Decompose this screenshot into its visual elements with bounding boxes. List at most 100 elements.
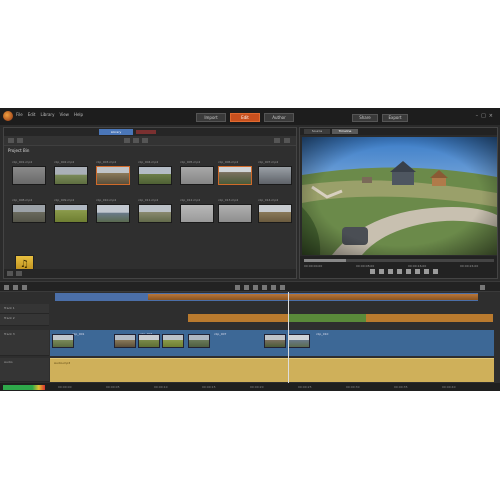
track-header[interactable]: Track 3 — [0, 330, 49, 356]
media-thumbnail[interactable] — [12, 166, 46, 185]
razor-tool-button[interactable] — [235, 285, 240, 290]
thumb-label: clip_006.mp4 — [218, 160, 239, 164]
redo-button[interactable] — [280, 285, 285, 290]
zoom-button[interactable] — [480, 285, 485, 290]
menu-item-edit[interactable]: Edit — [28, 112, 36, 117]
media-thumbnail[interactable] — [96, 204, 130, 223]
audio-clip-title: Audio.mp3 — [54, 361, 71, 365]
back-button[interactable] — [8, 138, 14, 143]
video-clip[interactable] — [264, 334, 286, 348]
video-clip[interactable] — [114, 334, 136, 348]
media-thumbnail[interactable] — [180, 166, 214, 185]
track-label: Audio — [4, 360, 13, 364]
thumb-label: clip_010.mp4 — [96, 198, 117, 202]
track-header[interactable]: Audio — [0, 358, 49, 382]
effect-clip[interactable] — [288, 314, 366, 322]
loop-icon[interactable] — [424, 269, 429, 274]
audio-track[interactable]: Audio.mp3 — [50, 358, 494, 382]
scrub-bar[interactable] — [304, 259, 494, 262]
add-media-button[interactable] — [7, 271, 13, 276]
player-timecode: 00:00:08.00 — [356, 264, 375, 268]
media-thumbnail[interactable] — [258, 204, 292, 223]
library-secondary-tab[interactable] — [136, 130, 156, 134]
video-clip[interactable] — [52, 334, 74, 348]
volume-icon[interactable] — [433, 269, 438, 274]
media-thumbnail[interactable] — [218, 204, 252, 223]
undo-button[interactable] — [271, 285, 276, 290]
video-track: clip_001 clip_004 clip_007 clip_010 — [50, 330, 494, 356]
filter-button[interactable] — [124, 138, 130, 143]
settings-button[interactable] — [284, 138, 290, 143]
tab-export[interactable]: Export — [382, 114, 408, 122]
tab-edit[interactable]: Edit — [230, 113, 260, 122]
clip-title: clip_007 — [214, 332, 227, 336]
media-thumbnail[interactable] — [258, 166, 292, 185]
video-clip[interactable] — [188, 334, 210, 348]
snap-tool-button[interactable] — [262, 285, 267, 290]
track-header[interactable]: Track 1 — [0, 304, 49, 314]
player-panel: Source Timeline 00:00:00.00 00:00:08.00 … — [299, 127, 498, 279]
thumb-label: clip_004.mp4 — [138, 160, 159, 164]
thumb-label: clip_011.mp4 — [138, 198, 159, 202]
rewind-icon[interactable] — [370, 269, 375, 274]
close-icon[interactable]: × — [489, 113, 496, 119]
timeline-timecode: 00:00:15 — [202, 385, 216, 389]
menu-item-help[interactable]: Help — [74, 112, 83, 117]
video-clip[interactable] — [138, 334, 160, 348]
step-forward-icon[interactable] — [406, 269, 411, 274]
thumb-label: clip_009.mp4 — [54, 198, 75, 202]
app-logo-icon — [3, 111, 13, 121]
maximize-icon[interactable]: □ — [481, 113, 489, 119]
media-thumbnail[interactable] — [180, 204, 214, 223]
tab-timeline[interactable]: Timeline — [332, 129, 358, 134]
trim-tool-button[interactable] — [244, 285, 249, 290]
media-thumbnail[interactable] — [138, 204, 172, 223]
thumb-label: clip_013.mp4 — [218, 198, 239, 202]
video-preview[interactable] — [302, 137, 497, 255]
timeline-tool-button[interactable] — [13, 285, 18, 290]
view-button[interactable] — [142, 138, 148, 143]
search-button[interactable] — [274, 138, 280, 143]
library-toolbar — [4, 136, 296, 146]
media-thumbnail[interactable] — [138, 166, 172, 185]
timeline-range[interactable] — [148, 294, 478, 300]
marker-tool-button[interactable] — [253, 285, 258, 290]
menu-item-file[interactable]: File — [16, 112, 23, 117]
step-back-icon[interactable] — [379, 269, 384, 274]
tab-import[interactable]: Import — [196, 113, 226, 122]
timeline-timecode: 00:00:25 — [298, 385, 312, 389]
preview-frame — [302, 137, 497, 255]
media-thumbnail[interactable] — [54, 166, 88, 185]
menu-item-library[interactable]: Library — [40, 112, 54, 117]
track-header[interactable]: Track 2 — [0, 314, 49, 326]
timeline-tool-button[interactable] — [4, 285, 9, 290]
timeline-tool-button[interactable] — [22, 285, 27, 290]
track-label: Track 1 — [4, 306, 15, 310]
transport-bar: 00:00:00.00 00:00:08.00 00:00:16.00 00:0… — [300, 256, 497, 278]
player-timecode: 00:00:24.00 — [460, 264, 479, 268]
playhead[interactable] — [288, 292, 289, 391]
media-thumbnail[interactable] — [12, 204, 46, 223]
play-icon[interactable] — [388, 269, 393, 274]
track-label: Track 2 — [4, 316, 15, 320]
media-thumbnail[interactable] — [54, 204, 88, 223]
fast-forward-icon[interactable] — [415, 269, 420, 274]
sort-button[interactable] — [133, 138, 139, 143]
menu-item-view[interactable]: View — [59, 112, 69, 117]
tab-library[interactable]: Library — [99, 129, 133, 135]
tab-author[interactable]: Author — [264, 113, 294, 122]
timeline-timecode: 00:00:00 — [58, 385, 72, 389]
player-header: Source Timeline — [300, 128, 497, 135]
media-thumbnail-selected[interactable] — [96, 166, 130, 185]
thumb-label: clip_005.mp4 — [180, 160, 201, 164]
track-label: Track 3 — [4, 332, 15, 336]
tab-source[interactable]: Source — [304, 129, 330, 134]
stop-icon[interactable] — [397, 269, 402, 274]
video-clip[interactable] — [162, 334, 184, 348]
forward-button[interactable] — [17, 138, 23, 143]
timeline: Track 1 Track 2 Track 3 Audio clip_001 c… — [0, 292, 500, 391]
media-thumbnail-selected[interactable] — [218, 166, 252, 185]
video-clip[interactable] — [288, 334, 310, 348]
tab-share[interactable]: Share — [352, 114, 378, 122]
library-options-button[interactable] — [16, 271, 22, 276]
